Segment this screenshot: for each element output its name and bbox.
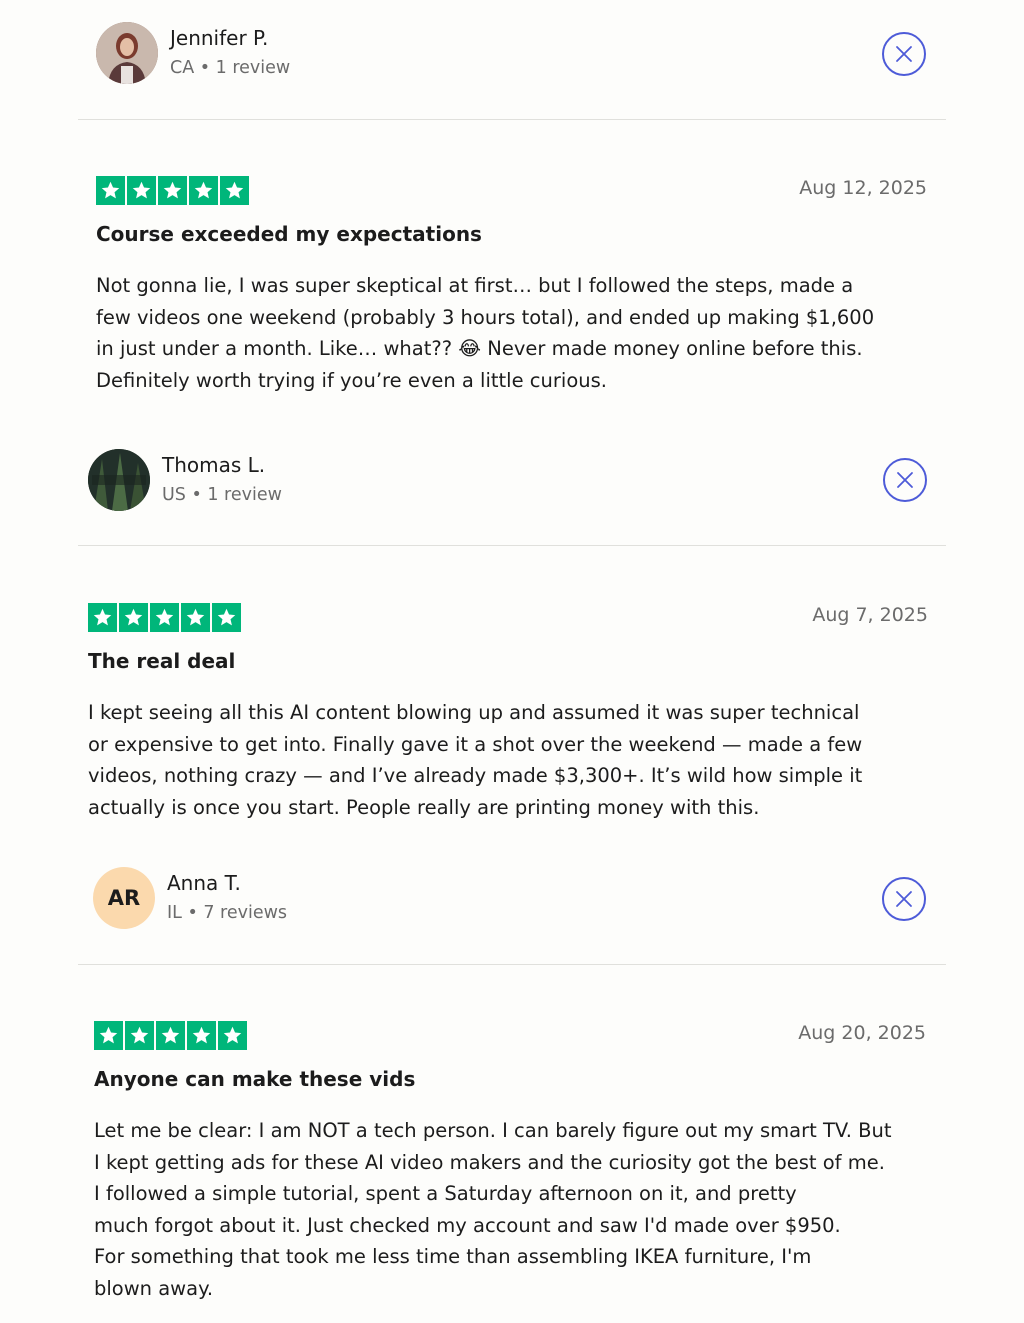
review-body-line: For something that took me less time tha… <box>94 1245 812 1268</box>
dismiss-button[interactable] <box>882 877 926 921</box>
divider <box>78 545 946 546</box>
star-icon <box>156 1021 185 1050</box>
review-date: Aug 20, 2025 <box>798 1022 926 1044</box>
star-icon <box>212 603 241 632</box>
review-date: Aug 12, 2025 <box>799 177 927 199</box>
star-icon <box>218 1021 247 1050</box>
close-icon <box>896 891 912 907</box>
review-body-line: few videos one weekend (probably 3 hours… <box>96 305 875 329</box>
star-icon <box>94 1021 123 1050</box>
review-body-line: or expensive to get into. Finally gave i… <box>88 732 863 756</box>
review-body-line: Definitely worth trying if you’re even a… <box>96 368 607 392</box>
reviewer-info[interactable]: AR Anna T. IL • 7 reviews <box>93 867 287 929</box>
review-date: Aug 7, 2025 <box>812 604 928 626</box>
star-icon <box>88 603 117 632</box>
star-rating <box>94 1021 247 1050</box>
star-icon <box>158 176 187 205</box>
star-icon <box>187 1021 216 1050</box>
star-icon <box>150 603 179 632</box>
dismiss-button[interactable] <box>883 458 927 502</box>
photo-avatar-icon <box>88 449 150 511</box>
review-body-line: I followed a simple tutorial, spent a Sa… <box>94 1182 797 1205</box>
star-icon <box>220 176 249 205</box>
divider <box>78 964 946 965</box>
star-icon <box>96 176 125 205</box>
review-body-line: videos, nothing crazy — and I’ve already… <box>88 764 863 787</box>
reviewer-info[interactable]: Jennifer P. CA • 1 review <box>96 22 290 84</box>
review-body-line: actually is once you start. People reall… <box>88 795 760 819</box>
photo-avatar-icon <box>96 22 158 84</box>
close-icon <box>897 472 913 488</box>
reviewer-meta: US • 1 review <box>162 485 282 505</box>
review-title: Course exceeded my expectations <box>96 222 482 246</box>
reviewer-name[interactable]: Anna T. <box>167 870 287 896</box>
avatar <box>96 22 158 84</box>
star-icon <box>125 1021 154 1050</box>
close-icon <box>896 46 912 62</box>
star-icon <box>119 603 148 632</box>
star-icon <box>127 176 156 205</box>
review-body: Let me be clear: I am NOT a tech person.… <box>94 1115 892 1304</box>
review-body: Not gonna lie, I was super skeptical at … <box>96 270 874 396</box>
reviewer-info[interactable]: Thomas L. US • 1 review <box>88 449 282 511</box>
review-title: Anyone can make these vids <box>94 1067 416 1091</box>
review-body-line: in just under a month. Like… what?? 😂 Ne… <box>96 337 863 360</box>
reviewer-meta: CA • 1 review <box>170 58 291 78</box>
star-rating <box>96 176 249 205</box>
review-body-line: I kept seeing all this AI content blowin… <box>88 701 860 724</box>
review-title: The real deal <box>88 649 236 673</box>
avatar: AR <box>93 867 155 929</box>
reviewer-name[interactable]: Jennifer P. <box>170 25 290 51</box>
reviewer-meta: IL • 7 reviews <box>167 903 288 923</box>
reviewer-name[interactable]: Thomas L. <box>162 452 282 478</box>
star-icon <box>189 176 218 205</box>
divider <box>78 119 946 120</box>
dismiss-button[interactable] <box>882 32 926 76</box>
review-body-line: Let me be clear: I am NOT a tech person.… <box>94 1119 892 1142</box>
star-icon <box>181 603 210 632</box>
review-body-line: blown away. <box>94 1276 214 1300</box>
star-rating <box>88 603 241 632</box>
review-body: I kept seeing all this AI content blowin… <box>88 697 862 823</box>
review-body-line: I kept getting ads for these AI video ma… <box>94 1150 885 1174</box>
review-body-line: much forgot about it. Just checked my ac… <box>94 1213 841 1237</box>
review-body-line: Not gonna lie, I was super skeptical at … <box>96 274 854 297</box>
avatar <box>88 449 150 511</box>
